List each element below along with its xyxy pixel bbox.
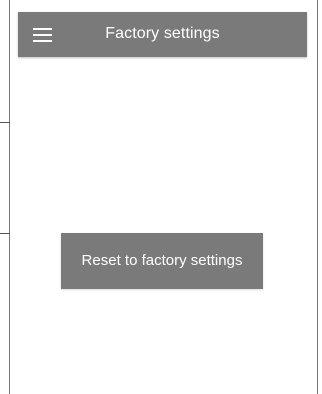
left-border: [9, 0, 10, 394]
left-divider-lower: [0, 233, 10, 234]
left-divider-upper: [0, 122, 10, 123]
toolbar-title: Factory settings: [105, 25, 220, 42]
app-toolbar: Factory settings: [18, 12, 307, 57]
right-border: [317, 0, 318, 394]
app-window: Factory settings Reset to factory settin…: [0, 0, 322, 394]
reset-factory-settings-button[interactable]: Reset to factory settings: [61, 233, 263, 289]
